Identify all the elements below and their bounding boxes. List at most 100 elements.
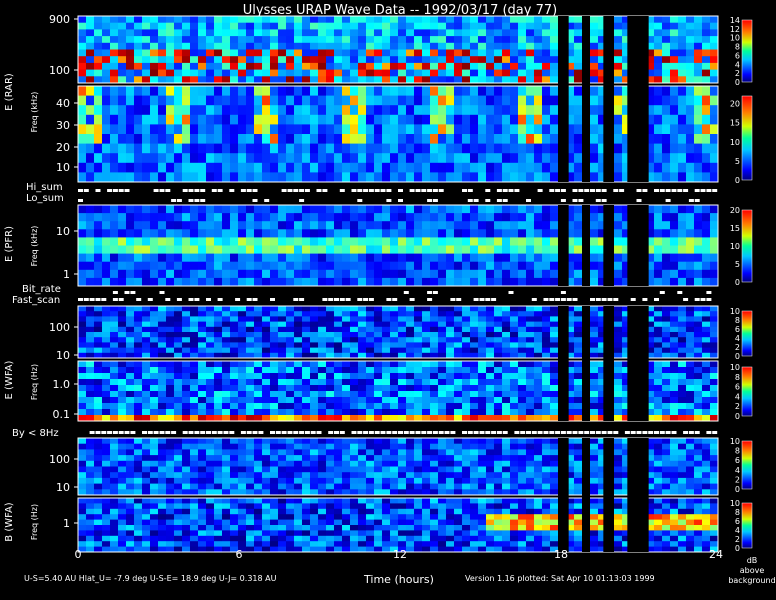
spectrogram-cell xyxy=(326,62,335,70)
spectrogram-cell xyxy=(78,373,87,380)
spectrogram-cell xyxy=(670,477,679,484)
spectrogram-cell xyxy=(342,134,351,144)
spectrogram-cell xyxy=(526,385,535,392)
spectrogram-cell xyxy=(142,49,151,57)
spectrogram-cell xyxy=(678,472,687,479)
spectrogram-cell xyxy=(502,134,511,144)
spectrogram-cell xyxy=(334,213,343,222)
spectrogram-cell xyxy=(422,321,431,328)
spectrogram-cell xyxy=(118,508,127,515)
spectrogram-cell xyxy=(182,221,191,230)
spectrogram-cell xyxy=(182,213,191,222)
spectrogram-cell xyxy=(126,337,135,343)
spectrogram-cell xyxy=(134,253,143,263)
spectrogram-cell xyxy=(494,261,503,271)
spectrogram-cell xyxy=(422,373,431,380)
spectrogram-cell xyxy=(550,472,559,479)
spectrogram-cell xyxy=(174,306,183,312)
spectrogram-cell xyxy=(222,105,231,116)
spectrogram-cell xyxy=(334,367,343,374)
spectrogram-cell xyxy=(94,483,103,490)
spectrogram-cell xyxy=(526,342,535,348)
spectrogram-cell xyxy=(662,16,671,24)
spectrogram-cell xyxy=(414,221,423,230)
spectrogram-cell xyxy=(478,455,487,462)
spectrogram-cell xyxy=(182,62,191,70)
spectrogram-cell xyxy=(414,472,423,479)
spectrogram-cell xyxy=(542,342,551,348)
spectrogram-cell xyxy=(550,134,559,144)
spectrogram-cell xyxy=(86,95,95,106)
spectrogram-cell xyxy=(486,172,495,183)
spectrogram-cell xyxy=(134,514,143,520)
spectrogram-cell xyxy=(326,311,335,317)
spectrogram-cell xyxy=(94,438,103,445)
spectrogram-cell xyxy=(134,530,143,537)
spectrogram-cell xyxy=(238,332,247,338)
spectrogram-cell xyxy=(574,342,583,348)
spectrogram-cell xyxy=(214,477,223,484)
spectrogram-cell xyxy=(366,221,375,230)
spectrogram-cell xyxy=(110,455,119,462)
spectrogram-cell xyxy=(374,42,383,50)
spectrogram-cell xyxy=(542,162,551,173)
spectrogram-cell xyxy=(110,530,119,537)
spectrogram-cell xyxy=(382,261,391,271)
spectrogram-cell xyxy=(366,316,375,322)
spectrogram-cell xyxy=(502,311,511,317)
spectrogram-cell xyxy=(334,237,343,246)
spectrogram-cell xyxy=(454,367,463,374)
spectrogram-cell xyxy=(86,332,95,338)
spectrogram-cell xyxy=(702,455,711,462)
spectrogram-cell xyxy=(254,367,263,374)
spectrogram-cell xyxy=(182,455,191,462)
spectrogram-cell xyxy=(294,342,303,348)
spectrogram-cell xyxy=(166,162,175,173)
spectrogram-cell xyxy=(550,253,559,263)
colorbar-tick-label: 10 xyxy=(730,307,740,316)
spectrogram-cell xyxy=(358,326,367,333)
spectrogram-cell xyxy=(158,477,167,484)
spectrogram-cell xyxy=(166,36,175,44)
spectrogram-cell xyxy=(462,391,471,398)
spectrogram-cell xyxy=(86,397,95,404)
spectrogram-cell xyxy=(382,316,391,322)
spectrogram-cell xyxy=(86,213,95,222)
spectrogram-cell xyxy=(86,105,95,116)
spectrogram-cell xyxy=(454,22,463,30)
spectrogram-cell xyxy=(702,311,711,317)
spectrogram-cell xyxy=(126,16,135,24)
spectrogram-cell xyxy=(270,213,279,222)
spectrogram-cell xyxy=(158,86,167,96)
spectrogram-cell xyxy=(78,541,87,547)
spectrogram-cell xyxy=(334,472,343,479)
spectrogram-cell xyxy=(342,143,351,154)
spectrogram-cell xyxy=(262,261,271,271)
spectrogram-cell xyxy=(86,367,95,374)
spectrogram-cell xyxy=(406,347,415,354)
spectrogram-cell xyxy=(550,62,559,70)
spectrogram-cell xyxy=(438,373,447,380)
spectrogram-cell xyxy=(342,76,351,84)
spectrogram-cell xyxy=(454,153,463,164)
spectrogram-cell xyxy=(334,477,343,484)
spectrogram-cell xyxy=(662,105,671,116)
spectrogram-cell xyxy=(86,460,95,467)
spectrogram-cell xyxy=(470,172,479,183)
spectrogram-cell xyxy=(190,261,199,271)
spectrogram-cell xyxy=(694,105,703,116)
spectrogram-cell xyxy=(526,36,535,44)
spectrogram-cell xyxy=(94,316,103,322)
spectrogram-cell xyxy=(510,397,519,404)
spectrogram-cell xyxy=(614,415,623,422)
spectrogram-cell xyxy=(326,397,335,404)
spectrogram-cell xyxy=(366,489,375,496)
spectrogram-cell xyxy=(134,403,143,410)
spectrogram-cell xyxy=(166,311,175,317)
spectrogram-cell xyxy=(542,153,551,164)
spectrogram-cell xyxy=(382,245,391,254)
spectrogram-cell xyxy=(78,367,87,374)
spectrogram-cell xyxy=(374,483,383,490)
spectrogram-cell xyxy=(478,449,487,456)
spectrogram-cell xyxy=(590,316,599,322)
